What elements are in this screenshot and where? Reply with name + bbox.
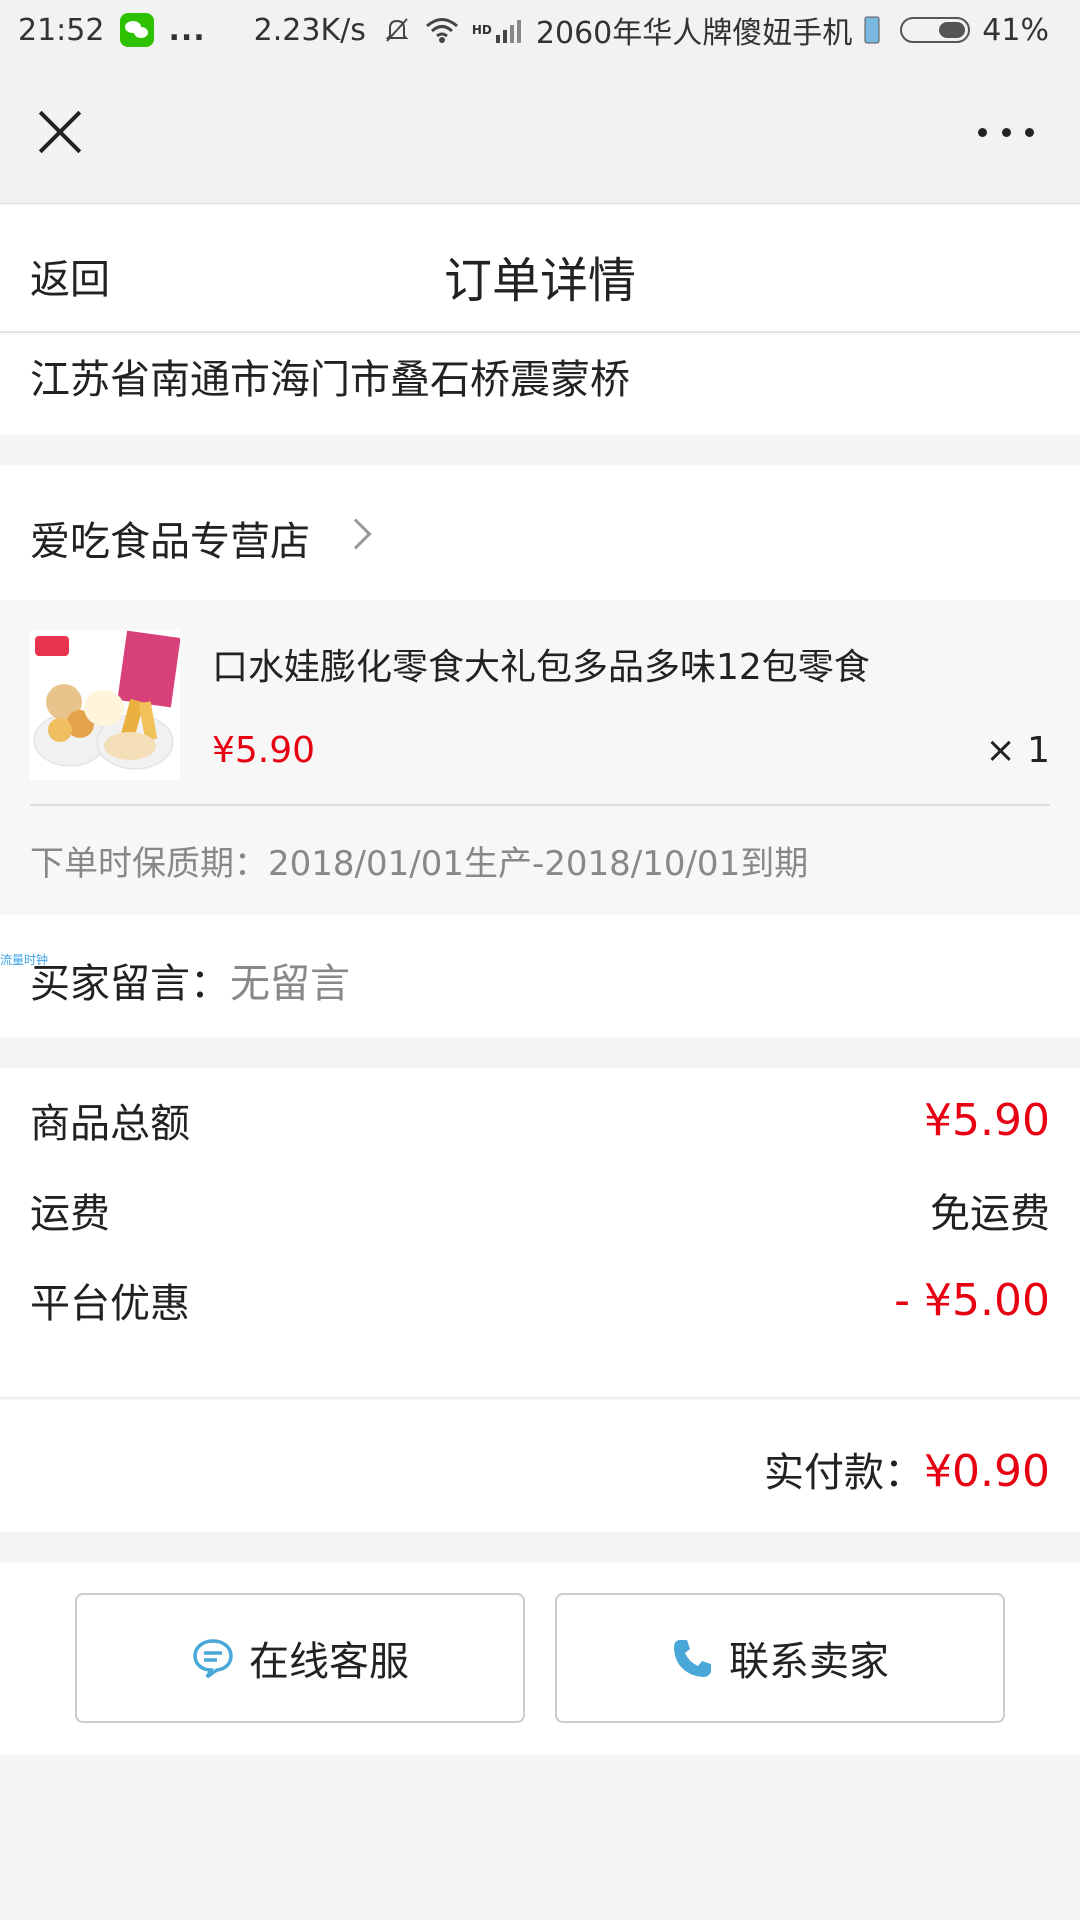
product-title[interactable]: 口水娃膨化零食大礼包多品多味12包零食: [212, 638, 870, 690]
close-icon[interactable]: [36, 108, 84, 156]
online-service-label: 在线客服: [249, 1639, 409, 1685]
phone-icon: [674, 1640, 711, 1677]
price-summary: 商品总额 ¥5.90 运费 免运费 平台优惠 - ¥5.00: [0, 1068, 1080, 1398]
page-title: 订单详情: [443, 253, 636, 309]
summary-row-discount: 平台优惠 - ¥5.00: [30, 1270, 1050, 1330]
signal-icon: [495, 20, 521, 43]
store-row[interactable]: 爱吃食品专营店: [0, 465, 1080, 600]
more-options-icon[interactable]: [978, 128, 1034, 138]
network-speed: 2.23K/s: [253, 12, 366, 48]
hd-badge: HD: [471, 23, 492, 37]
summary-row-shipping: 运费 免运费: [30, 1180, 1050, 1240]
total-paid: 实付款：¥0.90: [764, 1440, 1050, 1498]
store-name[interactable]: 爱吃食品专营店: [30, 509, 310, 567]
status-bar: 21:52 ... 2.23K/s HD 2060年华人牌傻妞手机 41%: [0, 0, 1080, 60]
summary-value: ¥5.90: [924, 1094, 1050, 1146]
total-label: 实付款：: [764, 1450, 925, 1496]
buyer-message-value: 无留言: [230, 961, 350, 1007]
phone-device-icon: [864, 16, 880, 44]
dot: [1001, 128, 1011, 137]
product-quantity: × 1: [985, 730, 1050, 771]
divider: [30, 804, 1050, 806]
dot: [978, 128, 987, 137]
product-item[interactable]: 口水娃膨化零食大礼包多品多味12包零食 ¥5.90 × 1 下单时保质期：201…: [0, 600, 1080, 915]
total-amount: ¥0.90: [924, 1446, 1050, 1497]
browser-navbar: [0, 60, 1080, 204]
product-image[interactable]: [30, 630, 180, 780]
shipping-address: 江苏省南通市海门市叠石桥震蒙桥: [30, 357, 630, 403]
summary-value: 免运费: [930, 1191, 1050, 1237]
battery-percent: 41%: [982, 12, 1049, 48]
buyer-message-label: 买家留言：: [30, 961, 230, 1007]
wifi-icon: [425, 18, 458, 43]
online-service-button[interactable]: 在线客服: [75, 1593, 525, 1723]
contact-seller-label: 联系卖家: [729, 1639, 889, 1685]
buyer-message: 买家留言：无留言: [30, 951, 350, 1009]
address-section: 江苏省南通市海门市叠石桥震蒙桥: [0, 335, 1080, 435]
battery-icon: [900, 17, 971, 43]
summary-label: 商品总额: [30, 1101, 190, 1147]
status-more-dots: ...: [168, 12, 206, 48]
page-header: 返回 订单详情: [0, 205, 1080, 333]
product-price: ¥5.90: [212, 730, 316, 771]
action-buttons: 在线客服 联系卖家: [0, 1563, 1080, 1755]
total-paid-section: 实付款：¥0.90: [0, 1400, 1080, 1532]
status-icons: HD 2060年华人牌傻妞手机 41%: [382, 8, 1049, 52]
carrier-name: 2060年华人牌傻妞手机: [535, 16, 853, 51]
summary-value: - ¥5.00: [894, 1274, 1050, 1326]
dot: [1025, 128, 1034, 137]
status-time: 21:52: [18, 12, 105, 48]
chat-bubble-icon: [193, 1639, 233, 1679]
mute-bell-icon: [385, 18, 409, 42]
chevron-right-icon: [340, 518, 372, 550]
summary-row-subtotal: 商品总额 ¥5.90: [30, 1090, 1050, 1150]
wechat-icon: [120, 13, 155, 47]
shelf-life-note: 下单时保质期：2018/01/01生产-2018/10/01到期: [30, 844, 809, 884]
contact-seller-button[interactable]: 联系卖家: [555, 1593, 1005, 1723]
summary-label: 平台优惠: [30, 1281, 190, 1327]
summary-label: 运费: [30, 1191, 110, 1237]
buyer-message-section: 流量时钟 买家留言：无留言: [0, 915, 1080, 1037]
